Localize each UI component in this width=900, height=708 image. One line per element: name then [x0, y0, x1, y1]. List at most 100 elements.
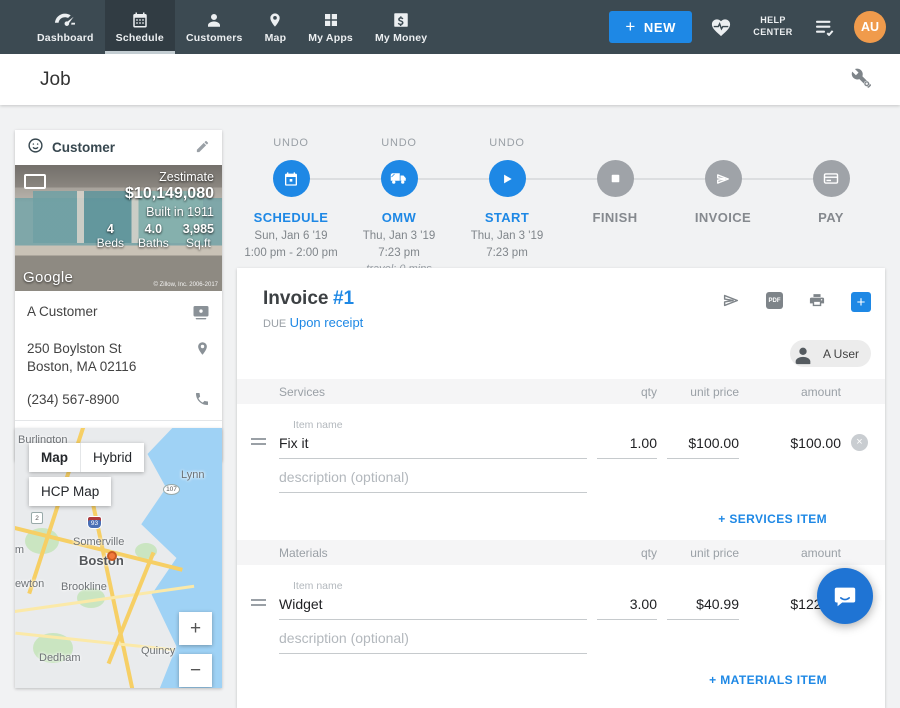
location-pin-icon[interactable]	[195, 340, 210, 360]
undo-link[interactable]: UNDO	[381, 137, 417, 151]
schedule-step-calendar-icon[interactable]	[273, 160, 310, 197]
customer-name: A Customer	[27, 303, 98, 321]
unit-price-input[interactable]	[667, 433, 739, 459]
baths-label: Baths	[138, 236, 169, 250]
line-item-row: $122.97	[251, 594, 871, 620]
edit-pencil-icon[interactable]	[195, 139, 210, 157]
drag-handle[interactable]	[251, 438, 266, 445]
map-label-waltham: Waltham	[15, 544, 24, 556]
start-step-play-icon[interactable]	[489, 160, 526, 197]
zoom-out-button[interactable]: −	[179, 654, 212, 687]
item-name-input[interactable]	[279, 433, 587, 459]
workflow-step-invoice: INVOICE	[669, 137, 777, 278]
zoom-in-button[interactable]: +	[179, 612, 212, 645]
customer-address: 250 Boylston StBoston, MA 02116	[27, 340, 136, 375]
nav-my-money[interactable]: My Money	[364, 0, 438, 54]
grid-icon	[322, 11, 340, 29]
pdf-icon[interactable]: PDF	[766, 292, 783, 309]
map-button[interactable]: Map	[29, 443, 80, 472]
map-widget[interactable]: Burlington Lynn Somerville Waltham Bosto…	[15, 428, 222, 688]
drag-handle[interactable]	[251, 599, 266, 606]
item-name-input[interactable]	[279, 594, 587, 620]
help-center-link[interactable]: HELP CENTER	[750, 15, 796, 38]
send-invoice-icon[interactable]	[721, 292, 741, 312]
step-label: FINISH	[592, 210, 637, 225]
checklist-icon[interactable]	[814, 18, 836, 36]
sqft-label: Sq.ft	[183, 236, 214, 250]
assignee-name: A User	[823, 347, 859, 361]
step-details: Thu, Jan 3 '197:23 pm	[471, 228, 544, 261]
description-input[interactable]	[279, 467, 587, 493]
zestimate-label: Zestimate	[97, 170, 214, 184]
hybrid-button[interactable]: Hybrid	[80, 443, 144, 472]
add-services-item-link[interactable]: + SERVICES ITEM	[718, 512, 827, 526]
route-107-shield: 107	[163, 484, 180, 495]
line-item-row: $100.00 ×	[251, 433, 871, 459]
hcp-map-button[interactable]: HCP Map	[29, 477, 111, 506]
due-value-link[interactable]: Upon receipt	[290, 315, 364, 330]
new-button[interactable]: + NEW	[609, 11, 692, 43]
page-header: Job	[0, 54, 900, 105]
undo-link[interactable]: UNDO	[273, 137, 309, 151]
job-settings-wrench-icon[interactable]	[851, 68, 872, 92]
invoice-card: Invoice #1 DUE Upon receipt PDF + A	[237, 268, 885, 708]
print-icon[interactable]	[808, 292, 826, 312]
nav-label: My Apps	[308, 32, 353, 44]
nav-dashboard[interactable]: Dashboard	[26, 0, 105, 54]
description-input[interactable]	[279, 628, 587, 654]
qty-input[interactable]	[597, 433, 657, 459]
nav-customers[interactable]: Customers	[175, 0, 254, 54]
col-qty: qty	[597, 546, 657, 560]
home-stats: 4Beds 4.0Baths 3,985Sq.ft	[97, 222, 214, 250]
step-label: SCHEDULE	[254, 210, 329, 225]
chat-launcher-icon[interactable]	[817, 568, 873, 624]
nav-schedule[interactable]: Schedule	[105, 0, 175, 54]
services-section-header: Services qty unit price amount	[237, 379, 885, 404]
map-pin-icon	[267, 11, 283, 29]
map-label-boston: Boston	[79, 553, 124, 568]
zillow-copyright: © Zillow, Inc. 2006-2017	[154, 282, 218, 288]
col-amount: amount	[749, 546, 841, 560]
nav-map[interactable]: Map	[254, 0, 298, 54]
phone-icon[interactable]	[194, 391, 210, 410]
customer-card-title: Customer	[52, 140, 115, 155]
customer-card: Customer Zestimate $10,149,080 Built in …	[15, 130, 222, 461]
beds-value: 4	[97, 222, 124, 236]
person-icon	[205, 11, 223, 29]
job-workflow: UNDO SCHEDULE Sun, Jan 6 '191:00 pm - 2:…	[237, 137, 885, 278]
nav-label: Map	[265, 32, 287, 44]
step-label: OMW	[382, 210, 416, 225]
user-avatar[interactable]: AU	[854, 11, 886, 43]
qty-input[interactable]	[597, 594, 657, 620]
unit-price-input[interactable]	[667, 594, 739, 620]
undo-link[interactable]: UNDO	[489, 137, 525, 151]
gauge-icon	[54, 11, 76, 29]
remove-item-icon[interactable]: ×	[851, 434, 868, 451]
invoice-title: Invoice	[263, 288, 328, 309]
map-label-somerville: Somerville	[73, 536, 124, 548]
beds-label: Beds	[97, 236, 124, 250]
pay-step-card-icon[interactable]	[813, 160, 850, 197]
invoice-step-send-icon[interactable]	[705, 160, 742, 197]
map-label-lynn: Lynn	[181, 469, 204, 481]
contact-card-icon[interactable]	[192, 303, 210, 324]
nav-my-apps[interactable]: My Apps	[297, 0, 364, 54]
built-year: Built in 1911	[97, 205, 214, 219]
map-label-dedham: Dedham	[39, 652, 81, 664]
customer-phone-row: (234) 567-8900	[15, 383, 222, 418]
street-view-photo: Zestimate $10,149,080 Built in 1911 4Bed…	[15, 165, 222, 291]
sqft-value: 3,985	[183, 222, 214, 236]
nav-label: My Money	[375, 32, 427, 44]
add-materials-item-link[interactable]: + MATERIALS ITEM	[709, 673, 827, 687]
assignee-chip[interactable]: A User	[790, 340, 871, 367]
col-unit-price: unit price	[667, 385, 739, 399]
finish-step-stop-icon[interactable]	[597, 160, 634, 197]
baths-value: 4.0	[138, 222, 169, 236]
omw-step-truck-icon[interactable]	[381, 160, 418, 197]
health-heart-icon[interactable]	[710, 17, 732, 37]
add-invoice-icon[interactable]: +	[851, 292, 871, 312]
invoice-number[interactable]: #1	[333, 288, 354, 309]
pdf-badge-label: PDF	[766, 292, 783, 309]
services-item: Item name $100.00 × + SERVICES ITEM	[237, 404, 885, 540]
col-qty: qty	[597, 385, 657, 399]
